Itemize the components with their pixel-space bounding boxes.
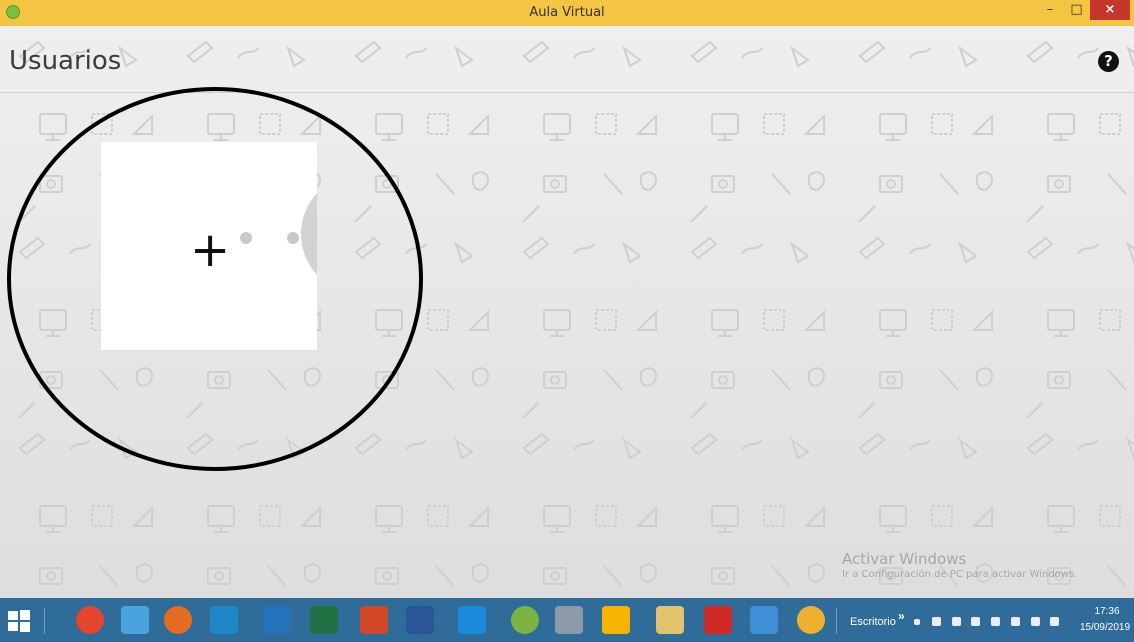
watermark-title: Activar Windows — [842, 550, 967, 568]
windows-start-icon[interactable] — [8, 610, 30, 632]
cloud-icon[interactable] — [932, 617, 941, 626]
maximize-button[interactable]: □ — [1063, 0, 1090, 20]
firefox-icon[interactable] — [164, 606, 192, 634]
clock-date[interactable]: 15/09/2019 — [1076, 622, 1134, 633]
main-content: Usuarios ? + Activar Windows Ir a Config… — [0, 26, 1134, 598]
flag-icon[interactable] — [1031, 617, 1040, 626]
add-icon[interactable]: + — [190, 226, 230, 274]
paint-icon[interactable] — [555, 606, 583, 634]
desktop-toolbar-label[interactable]: Escritorio — [850, 616, 896, 628]
tray-app-icon[interactable] — [971, 617, 980, 626]
excel-icon[interactable] — [310, 606, 338, 634]
taskbar-separator — [44, 608, 45, 634]
watermark-subtitle: Ir a Configuración de PC para activar Wi… — [842, 569, 1078, 580]
edge-icon[interactable] — [121, 606, 149, 634]
window-title: Aula Virtual — [529, 5, 605, 20]
help-icon[interactable]: ? — [1098, 51, 1119, 72]
utorrent-icon[interactable] — [511, 606, 539, 634]
clock-time[interactable]: 17:36 — [1082, 606, 1132, 617]
acrobat-icon[interactable] — [704, 606, 732, 634]
drive-icon[interactable] — [602, 606, 630, 634]
minimize-button[interactable]: – — [1037, 0, 1063, 20]
close-button[interactable]: × — [1090, 0, 1130, 20]
outlook-icon[interactable] — [263, 606, 291, 634]
show-hidden-icons-icon[interactable] — [914, 619, 920, 625]
taskbar-separator — [836, 608, 837, 634]
powerpoint-icon[interactable] — [360, 606, 388, 634]
network-icon[interactable] — [991, 617, 1000, 626]
volume-icon[interactable] — [1011, 617, 1020, 626]
file-explorer-icon[interactable] — [656, 606, 684, 634]
onedrive-icon[interactable] — [458, 606, 486, 634]
chrome-icon[interactable] — [76, 606, 104, 634]
page-title: Usuarios — [9, 46, 122, 76]
aula-virtual-icon[interactable] — [797, 606, 825, 634]
dropbox-icon[interactable] — [952, 617, 961, 626]
title-bar: Aula Virtual – □ × — [0, 0, 1134, 26]
taskbar: Escritorio » 17:36 15/09/2019 — [0, 598, 1134, 642]
control-panel-icon[interactable] — [750, 606, 778, 634]
app-icon[interactable] — [210, 606, 238, 634]
notification-icon[interactable] — [1050, 617, 1059, 626]
word-icon[interactable] — [406, 606, 434, 634]
windows-activation-watermark: Activar Windows Ir a Configuración de PC… — [842, 550, 1077, 580]
chevron-right-icon[interactable]: » — [898, 609, 905, 623]
header: Usuarios ? — [0, 26, 1134, 93]
